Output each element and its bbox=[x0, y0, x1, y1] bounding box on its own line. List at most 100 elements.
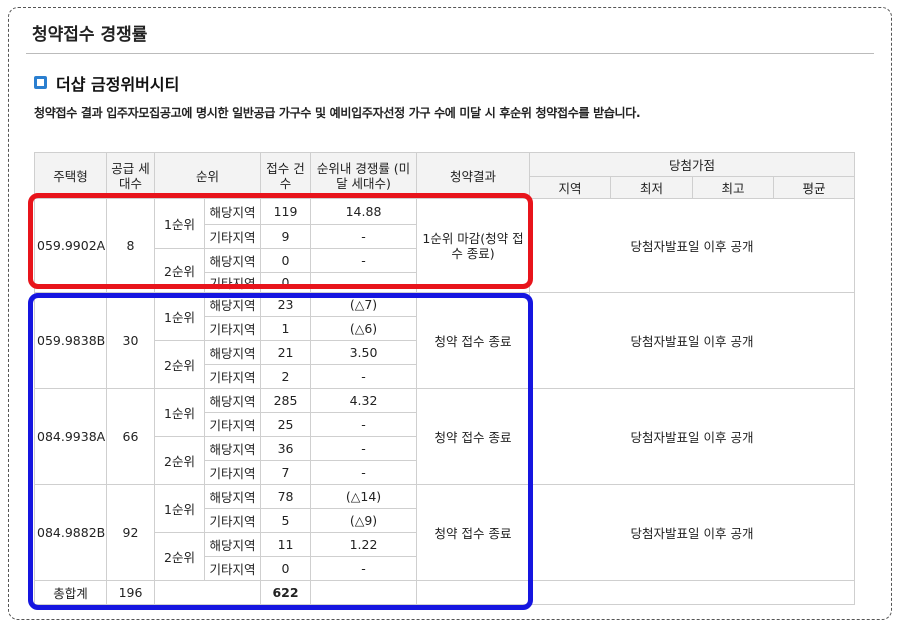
header-applications: 접수 건수 bbox=[260, 152, 312, 199]
cell-ratio: 14.88 bbox=[310, 198, 418, 225]
cell-area: 기타지역 bbox=[203, 412, 262, 437]
cell-ratio: - bbox=[310, 224, 418, 249]
section-square-icon bbox=[34, 76, 47, 89]
cell-area: 기타지역 bbox=[203, 508, 262, 533]
cell-result: 청약 접수 종료 bbox=[416, 292, 531, 389]
cell-supply: 8 bbox=[106, 198, 155, 293]
cell-ratio: 1.22 bbox=[310, 532, 418, 557]
table-row: 059.9838B 30 1순위 해당지역 23 (△7) 청약 접수 종료 당… bbox=[34, 292, 856, 389]
table-row: 084.9938A 66 1순위 해당지역 285 4.32 청약 접수 종료 … bbox=[34, 388, 856, 485]
cell-type: 084.9882B bbox=[34, 484, 107, 581]
total-win-empty bbox=[529, 580, 856, 605]
cell-rank: 2순위 bbox=[154, 532, 205, 581]
cell-rank: 2순위 bbox=[154, 340, 205, 389]
cell-count: 2 bbox=[260, 364, 312, 389]
section-note: 청약접수 결과 입주자모집공고에 명시한 일반공급 가구수 및 예비입주자선정 … bbox=[34, 106, 641, 120]
cell-result: 1순위 마감(청약 접수 종료) bbox=[416, 198, 531, 293]
total-result-empty bbox=[416, 580, 531, 605]
cell-ratio: - bbox=[310, 436, 418, 461]
cell-count: 5 bbox=[260, 508, 312, 533]
cell-ratio: - bbox=[310, 248, 418, 273]
table-row: 059.9902A 8 1순위 해당지역 119 14.88 1순위 마감(청약… bbox=[34, 198, 856, 293]
table-row: 084.9882B 92 1순위 해당지역 78 (△14) 청약 접수 종료 … bbox=[34, 484, 856, 581]
cell-area: 기타지역 bbox=[203, 556, 262, 581]
cell-ratio: (△6) bbox=[310, 316, 418, 341]
cell-ratio: (△14) bbox=[310, 484, 418, 509]
cell-win-note: 당첨자발표일 이후 공개 bbox=[529, 484, 856, 581]
cell-ratio bbox=[310, 272, 418, 293]
cell-type: 084.9938A bbox=[34, 388, 107, 485]
total-label: 총합계 bbox=[34, 580, 107, 605]
cell-ratio: 3.50 bbox=[310, 340, 418, 365]
header-result: 청약결과 bbox=[416, 152, 531, 199]
cell-area: 해당지역 bbox=[203, 484, 262, 509]
cell-count: 0 bbox=[260, 272, 312, 293]
cell-area: 해당지역 bbox=[203, 532, 262, 557]
cell-supply: 30 bbox=[106, 292, 155, 389]
cell-rank: 1순위 bbox=[154, 292, 205, 341]
cell-area: 기타지역 bbox=[203, 364, 262, 389]
group-084-9938a: 084.9938A 66 1순위 해당지역 285 4.32 청약 접수 종료 … bbox=[34, 388, 856, 485]
total-row: 총합계 196 622 bbox=[34, 580, 856, 605]
header-max: 최고 bbox=[692, 176, 775, 199]
cell-area: 해당지역 bbox=[203, 248, 262, 273]
cell-rank: 1순위 bbox=[154, 388, 205, 437]
cell-count: 119 bbox=[260, 198, 312, 225]
cell-win-note: 당첨자발표일 이후 공개 bbox=[529, 388, 856, 485]
cell-area: 기타지역 bbox=[203, 224, 262, 249]
cell-ratio: (△7) bbox=[310, 292, 418, 317]
header-supply: 공급 세대수 bbox=[106, 152, 155, 199]
cell-count: 21 bbox=[260, 340, 312, 365]
title-divider bbox=[26, 53, 874, 54]
cell-count: 285 bbox=[260, 388, 312, 413]
header-region: 지역 bbox=[529, 176, 612, 199]
total-rank-empty bbox=[153, 580, 262, 605]
cell-count: 11 bbox=[260, 532, 312, 557]
cell-area: 해당지역 bbox=[203, 198, 262, 225]
cell-rank: 2순위 bbox=[154, 248, 205, 293]
cell-count: 23 bbox=[260, 292, 312, 317]
header-type: 주택형 bbox=[34, 152, 107, 199]
cell-ratio: 4.32 bbox=[310, 388, 418, 413]
cell-area: 기타지역 bbox=[203, 316, 262, 341]
total-count: 622 bbox=[260, 580, 312, 605]
header-rank: 순위 bbox=[153, 152, 262, 199]
cell-ratio: - bbox=[310, 556, 418, 581]
cell-ratio: - bbox=[310, 460, 418, 485]
cell-area: 해당지역 bbox=[203, 436, 262, 461]
group-084-9882b: 084.9882B 92 1순위 해당지역 78 (△14) 청약 접수 종료 … bbox=[34, 484, 856, 581]
cell-count: 25 bbox=[260, 412, 312, 437]
cell-type: 059.9838B bbox=[34, 292, 107, 389]
cell-ratio: (△9) bbox=[310, 508, 418, 533]
header-win-score: 당첨가점 bbox=[529, 152, 856, 177]
cell-rank: 1순위 bbox=[154, 198, 205, 249]
cell-count: 1 bbox=[260, 316, 312, 341]
cell-count: 78 bbox=[260, 484, 312, 509]
cell-area: 해당지역 bbox=[203, 388, 262, 413]
page-title: 청약접수 경쟁률 bbox=[32, 25, 148, 45]
group-059-9838b: 059.9838B 30 1순위 해당지역 23 (△7) 청약 접수 종료 당… bbox=[34, 292, 856, 389]
cell-rank: 2순위 bbox=[154, 436, 205, 485]
cell-result: 청약 접수 종료 bbox=[416, 388, 531, 485]
cell-ratio: - bbox=[310, 364, 418, 389]
competition-table: 주택형 공급 세대수 순위 접수 건수 순위내 경쟁률 (미달 세대수) 청약결… bbox=[34, 152, 856, 605]
cell-count: 0 bbox=[260, 248, 312, 273]
header-min: 최저 bbox=[610, 176, 694, 199]
cell-area: 기타지역 bbox=[203, 272, 262, 293]
cell-count: 7 bbox=[260, 460, 312, 485]
cell-win-note: 당첨자발표일 이후 공개 bbox=[529, 292, 856, 389]
total-ratio-empty bbox=[310, 580, 418, 605]
section-title: 더샵 금정위버시티 bbox=[56, 75, 180, 94]
cell-area: 해당지역 bbox=[203, 292, 262, 317]
group-059-9902a: 059.9902A 8 1순위 해당지역 119 14.88 1순위 마감(청약… bbox=[34, 198, 856, 293]
cell-supply: 66 bbox=[106, 388, 155, 485]
header-avg: 평균 bbox=[773, 176, 856, 199]
cell-result: 청약 접수 종료 bbox=[416, 484, 531, 581]
cell-ratio: - bbox=[310, 412, 418, 437]
cell-area: 해당지역 bbox=[203, 340, 262, 365]
cell-win-note: 당첨자발표일 이후 공개 bbox=[529, 198, 856, 293]
header-ratio: 순위내 경쟁률 (미달 세대수) bbox=[310, 152, 418, 199]
cell-count: 9 bbox=[260, 224, 312, 249]
cell-area: 기타지역 bbox=[203, 460, 262, 485]
cell-type: 059.9902A bbox=[34, 198, 107, 293]
